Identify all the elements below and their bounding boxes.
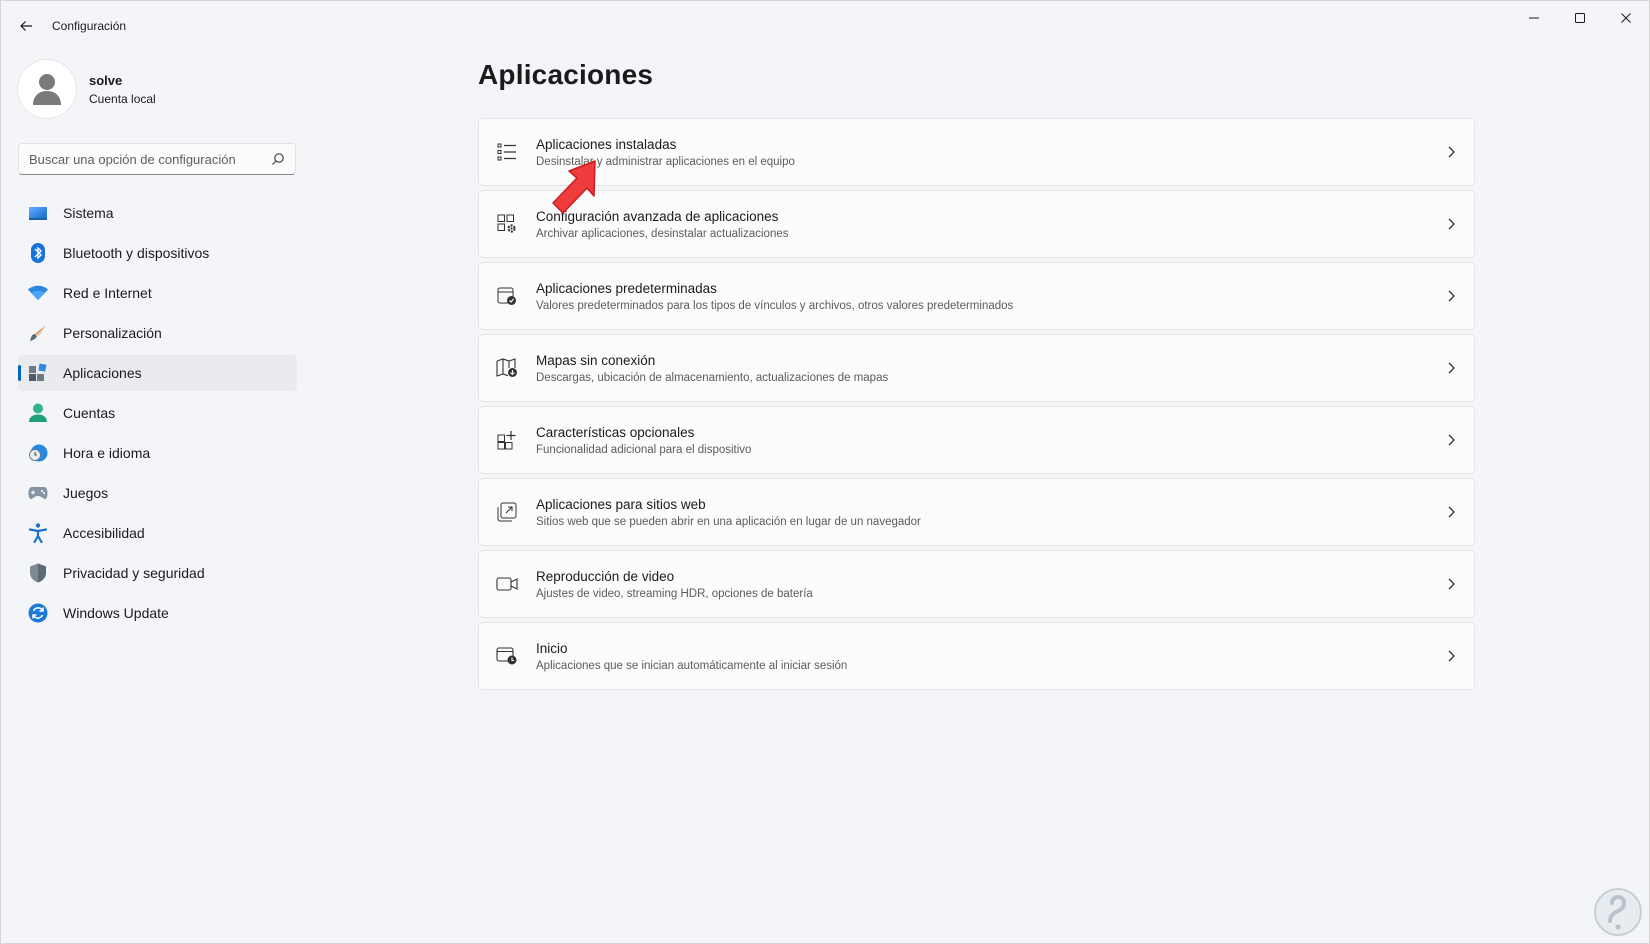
minimize-button[interactable] bbox=[1511, 1, 1557, 35]
card-description: Aplicaciones que se inician automáticame… bbox=[536, 659, 848, 672]
web-apps-icon bbox=[495, 500, 519, 524]
annotation-arrow-icon bbox=[552, 160, 596, 214]
card-title: Aplicaciones para sitios web bbox=[536, 496, 706, 512]
card-title: Aplicaciones predeterminadas bbox=[536, 280, 717, 296]
sidebar-item-juegos[interactable]: Juegos bbox=[18, 475, 297, 511]
close-button[interactable] bbox=[1603, 1, 1649, 35]
back-button[interactable] bbox=[13, 13, 39, 39]
user-silhouette-icon bbox=[33, 74, 61, 105]
card-title: Reproducción de video bbox=[536, 568, 675, 584]
sidebar-item-aplicaciones[interactable]: Aplicaciones bbox=[18, 355, 297, 391]
chevron-right-icon bbox=[1448, 650, 1455, 662]
card-aplicaciones-predeterminadas[interactable]: Aplicaciones predeterminadas Valores pre… bbox=[478, 262, 1475, 330]
title-bar: Configuración bbox=[1, 1, 1649, 49]
update-icon bbox=[27, 602, 49, 624]
card-title: Mapas sin conexión bbox=[536, 352, 656, 368]
sidebar-item-label: Windows Update bbox=[63, 605, 169, 621]
card-title: Características opcionales bbox=[536, 424, 695, 440]
settings-window: Configuración solve Cuenta local Buscar … bbox=[0, 0, 1650, 944]
card-description: Funcionalidad adicional para el disposit… bbox=[536, 443, 752, 456]
maximize-icon bbox=[1575, 13, 1585, 23]
card-reproduccion-video[interactable]: Reproducción de video Ajustes de video, … bbox=[478, 550, 1475, 618]
sidebar-item-label: Juegos bbox=[63, 485, 109, 501]
card-description: Ajustes de video, streaming HDR, opcione… bbox=[536, 587, 813, 600]
sidebar-item-hora-idioma[interactable]: Hora e idioma bbox=[18, 435, 297, 471]
startup-icon bbox=[495, 644, 519, 668]
gamepad-icon bbox=[27, 482, 49, 504]
sidebar-item-personalizacion[interactable]: Personalización bbox=[18, 315, 297, 351]
card-mapas-sin-conexion[interactable]: Mapas sin conexión Descargas, ubicación … bbox=[478, 334, 1475, 402]
maximize-button[interactable] bbox=[1557, 1, 1603, 35]
apps-icon bbox=[27, 362, 49, 384]
sidebar-item-label: Aplicaciones bbox=[63, 365, 142, 381]
list-icon bbox=[495, 140, 519, 164]
chevron-right-icon bbox=[1448, 290, 1455, 302]
wifi-icon bbox=[27, 282, 49, 304]
video-icon bbox=[495, 572, 519, 596]
sidebar-item-red-internet[interactable]: Red e Internet bbox=[18, 275, 297, 311]
sidebar-item-label: Sistema bbox=[63, 205, 114, 221]
shield-icon bbox=[27, 562, 49, 584]
avatar bbox=[18, 60, 76, 118]
bluetooth-icon bbox=[27, 242, 49, 264]
sidebar-nav: Sistema Bluetooth y dispositivos Red e I… bbox=[18, 195, 297, 635]
sidebar-item-windows-update[interactable]: Windows Update bbox=[18, 595, 297, 631]
sidebar-item-sistema[interactable]: Sistema bbox=[18, 195, 297, 231]
watermark-logo-icon bbox=[1594, 888, 1642, 936]
advanced-settings-icon bbox=[495, 212, 519, 236]
search-icon[interactable] bbox=[271, 152, 285, 166]
system-icon bbox=[27, 202, 49, 224]
page-title: Aplicaciones bbox=[478, 59, 654, 90]
brush-icon bbox=[27, 322, 49, 344]
sidebar-item-label: Red e Internet bbox=[63, 285, 152, 301]
chevron-right-icon bbox=[1448, 218, 1455, 230]
card-title: Inicio bbox=[536, 640, 568, 656]
sidebar-item-label: Hora e idioma bbox=[63, 445, 151, 461]
close-icon bbox=[1621, 13, 1631, 23]
chevron-right-icon bbox=[1448, 146, 1455, 158]
profile-account-type: Cuenta local bbox=[89, 91, 156, 106]
app-title: Configuración bbox=[52, 19, 127, 33]
sidebar-item-privacidad[interactable]: Privacidad y seguridad bbox=[18, 555, 297, 591]
settings-list: Aplicaciones instaladas Desinstalar y ad… bbox=[478, 118, 1475, 694]
search-box bbox=[18, 143, 296, 175]
minimize-icon bbox=[1529, 17, 1539, 19]
time-language-icon bbox=[27, 442, 49, 464]
optional-features-icon bbox=[495, 428, 519, 452]
chevron-right-icon bbox=[1448, 362, 1455, 374]
back-arrow-icon bbox=[20, 21, 32, 31]
card-description: Descargas, ubicación de almacenamiento, … bbox=[536, 371, 889, 384]
accounts-icon bbox=[27, 402, 49, 424]
sidebar-item-label: Personalización bbox=[63, 325, 162, 341]
chevron-right-icon bbox=[1448, 506, 1455, 518]
chevron-right-icon bbox=[1448, 434, 1455, 446]
card-configuracion-avanzada[interactable]: Configuración avanzada de aplicaciones A… bbox=[478, 190, 1475, 258]
card-inicio[interactable]: Inicio Aplicaciones que se inician autom… bbox=[478, 622, 1475, 690]
chevron-right-icon bbox=[1448, 578, 1455, 590]
search-input[interactable] bbox=[19, 151, 259, 167]
sidebar-item-label: Cuentas bbox=[63, 405, 116, 421]
sidebar-item-cuentas[interactable]: Cuentas bbox=[18, 395, 297, 431]
sidebar-item-label: Bluetooth y dispositivos bbox=[63, 245, 210, 261]
accessibility-icon bbox=[27, 522, 49, 544]
card-aplicaciones-instaladas[interactable]: Aplicaciones instaladas Desinstalar y ad… bbox=[478, 118, 1475, 186]
card-caracteristicas-opcionales[interactable]: Características opcionales Funcionalidad… bbox=[478, 406, 1475, 474]
map-icon bbox=[495, 356, 519, 380]
card-description: Valores predeterminados para los tipos d… bbox=[536, 299, 1014, 312]
card-description: Sitios web que se pueden abrir en una ap… bbox=[536, 515, 921, 528]
card-title: Aplicaciones instaladas bbox=[536, 136, 677, 152]
user-profile[interactable]: solve Cuenta local bbox=[18, 59, 156, 119]
default-apps-icon bbox=[495, 284, 519, 308]
profile-name: solve bbox=[89, 72, 123, 88]
sidebar-item-label: Accesibilidad bbox=[63, 525, 145, 541]
sidebar-item-bluetooth[interactable]: Bluetooth y dispositivos bbox=[18, 235, 297, 271]
card-aplicaciones-sitios-web[interactable]: Aplicaciones para sitios web Sitios web … bbox=[478, 478, 1475, 546]
sidebar-item-accesibilidad[interactable]: Accesibilidad bbox=[18, 515, 297, 551]
sidebar-item-label: Privacidad y seguridad bbox=[63, 565, 205, 581]
card-description: Archivar aplicaciones, desinstalar actua… bbox=[536, 227, 789, 240]
